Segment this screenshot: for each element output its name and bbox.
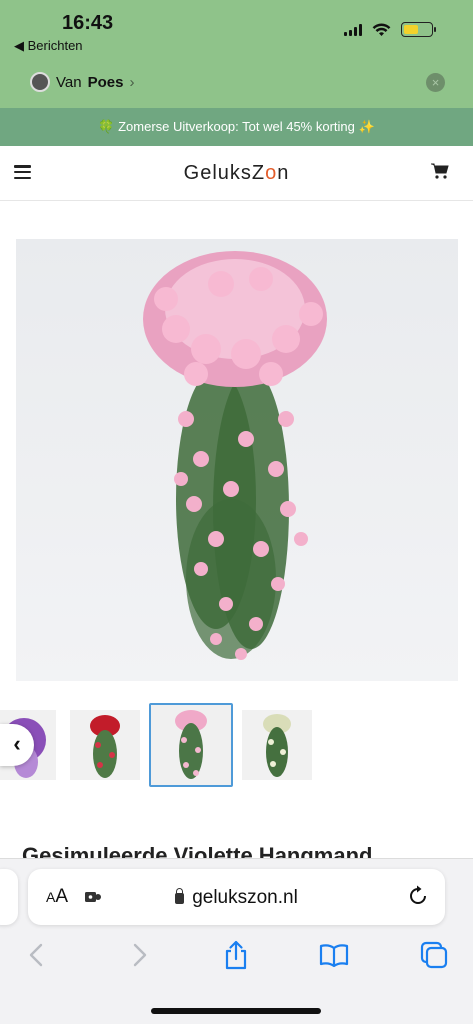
reload-icon[interactable] (407, 885, 429, 907)
status-icons (344, 22, 436, 37)
battery-icon (401, 22, 436, 37)
previous-tab-peek[interactable] (0, 869, 18, 925)
forward-arrow-icon[interactable] (122, 939, 154, 971)
chevron-right-icon: › (129, 73, 135, 91)
status-bar: 16:43 ◀ Berichten Van Poes › × (0, 0, 473, 108)
lock-icon (175, 888, 185, 904)
tabs-icon[interactable] (418, 939, 450, 971)
safari-bottom-bar: AA gelukszon.nl (0, 858, 473, 1024)
back-to-messages-link[interactable]: ◀ Berichten (14, 38, 83, 54)
promo-banner[interactable]: 🍀 Zomerse Uitverkoop: Tot wel 45% kortin… (0, 108, 473, 146)
bookmarks-book-icon[interactable] (318, 939, 350, 971)
site-logo[interactable]: GeluksZon (0, 162, 473, 185)
cart-icon[interactable] (431, 162, 449, 180)
site-header: GeluksZon (0, 146, 473, 201)
thumbnail-red[interactable] (70, 710, 140, 780)
thumbnail-strip: ‹ (0, 700, 473, 790)
clock: 16:43 (62, 12, 114, 34)
promo-text: 🍀 Zomerse Uitverkoop: Tot wel 45% kortin… (98, 119, 375, 134)
thumbnail-white[interactable] (242, 710, 312, 780)
logo-text: GeluksZ (183, 162, 266, 184)
wifi-icon (372, 23, 391, 36)
hanging-flower-basket-image (143, 251, 327, 660)
url-display[interactable]: gelukszon.nl (28, 887, 445, 909)
product-main-image[interactable] (16, 239, 458, 681)
address-bar[interactable]: AA gelukszon.nl (28, 869, 445, 925)
contact-name-prefix: Van (56, 73, 82, 91)
safari-toolbar (0, 939, 473, 979)
contact-name: Poes (87, 73, 124, 91)
avatar (30, 72, 50, 92)
cellular-signal-icon (344, 23, 362, 36)
home-indicator (151, 1008, 321, 1014)
back-arrow-icon[interactable] (22, 939, 54, 971)
logo-text-end: n (277, 162, 290, 184)
close-icon[interactable]: × (426, 73, 445, 92)
contact-header[interactable]: Van Poes › (30, 72, 134, 92)
thumbnail-pink-active[interactable] (149, 703, 233, 787)
share-icon[interactable] (220, 939, 252, 971)
logo-sun-letter: o (265, 162, 278, 184)
